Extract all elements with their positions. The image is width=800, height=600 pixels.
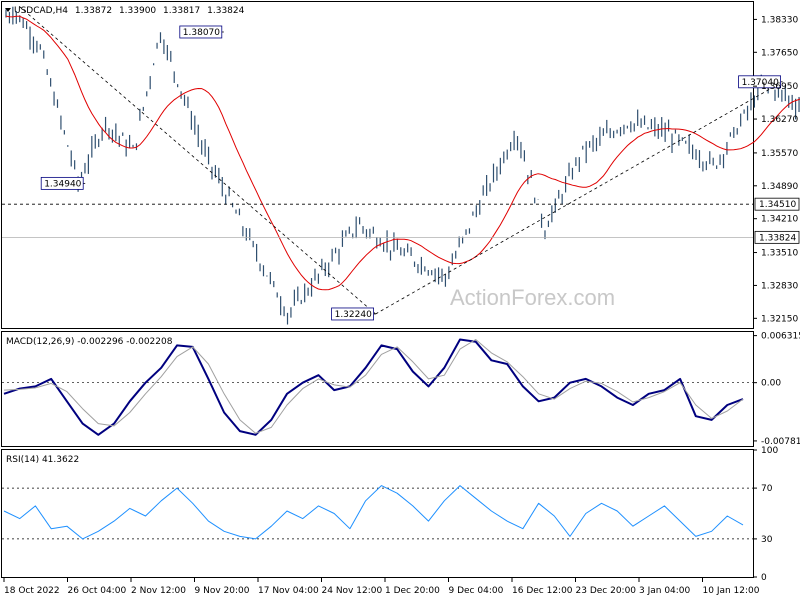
x-tick-label: 17 Nov 04:00 [258, 586, 319, 596]
trendline [375, 81, 783, 315]
y-tick-label: 1.38330 [761, 15, 798, 25]
y-tick-label: 70 [761, 484, 773, 494]
y-axis: 1.38330 1.37650 1.36950 1.36270 1.35570 1.348… [753, 15, 800, 583]
x-tick-label: 3 Jan 04:00 [639, 586, 691, 596]
y-tick-label: 0.006315 [761, 332, 800, 342]
macd-title: MACD(12,26,9) -0.002296 -0.002208 [6, 337, 173, 347]
x-tick-label: 1 Dec 20:00 [385, 586, 440, 596]
y-tick-label: 1.36270 [761, 115, 798, 125]
x-tick-label: 23 Dec 20:00 [576, 586, 637, 596]
x-tick-label: 18 Oct 2022 [4, 586, 60, 596]
moving-average-line [5, 15, 800, 291]
rsi-title: RSI(14) 41.3622 [6, 455, 79, 465]
y-tick-label: 1.34210 [761, 215, 798, 225]
y-tick-label: 1.33510 [761, 249, 798, 259]
y-tick-label: 0 [761, 573, 767, 583]
macd-plot [2, 338, 753, 436]
x-tick-label: 2 Nov 12:00 [131, 586, 186, 596]
watermark: ActionForex.com [450, 285, 615, 310]
x-tick-label: 10 Jan 12:00 [703, 586, 760, 596]
x-tick-label: 9 Nov 20:00 [195, 586, 250, 596]
rsi-plot [2, 485, 753, 540]
price-panel-frame [1, 1, 754, 329]
y-tick-label: 1.34890 [761, 182, 798, 192]
y-tick-label: 1.36950 [761, 82, 798, 92]
macd-panel-frame [1, 331, 754, 447]
level-tag: 1.34510 [759, 200, 796, 210]
x-tick-label: 9 Dec 04:00 [449, 586, 504, 596]
y-tick-label: 1.35570 [761, 149, 798, 159]
y-tick-label: 30 [761, 535, 773, 545]
macd-line [3, 338, 744, 436]
rsi-panel-frame [1, 449, 754, 578]
y-tick-label: 100 [761, 446, 778, 456]
last-price-tag: 1.33824 [759, 233, 796, 243]
rsi-line [3, 485, 744, 540]
annotation-label: 1.32240 [335, 310, 372, 320]
price-title: USDCAD,H4 1.33872 1.33900 1.33817 1.3382… [14, 6, 245, 16]
chart: ActionForex.com USDCAD,H4 1.33872 1.3390… [1, 1, 800, 596]
annotation-label: 1.38070 [183, 28, 220, 38]
y-tick-label: 1.37650 [761, 48, 798, 58]
y-tick-label: 1.32830 [761, 281, 798, 291]
x-axis: 18 Oct 2022 26 Oct 04:00 2 Nov 12:00 9 Nov … [3, 577, 760, 596]
x-tick-label: 16 Dec 12:00 [512, 586, 573, 596]
y-tick-label: 1.32150 [761, 314, 798, 324]
x-tick-label: 26 Oct 04:00 [68, 586, 127, 596]
macd-signal-line [3, 339, 744, 434]
y-tick-label: 0.00 [761, 379, 781, 389]
price-plot: 1.380701.349401.322401.370401.33550 [2, 6, 800, 325]
annotation-label: 1.34940 [44, 179, 81, 189]
x-tick-label: 24 Nov 12:00 [322, 586, 383, 596]
